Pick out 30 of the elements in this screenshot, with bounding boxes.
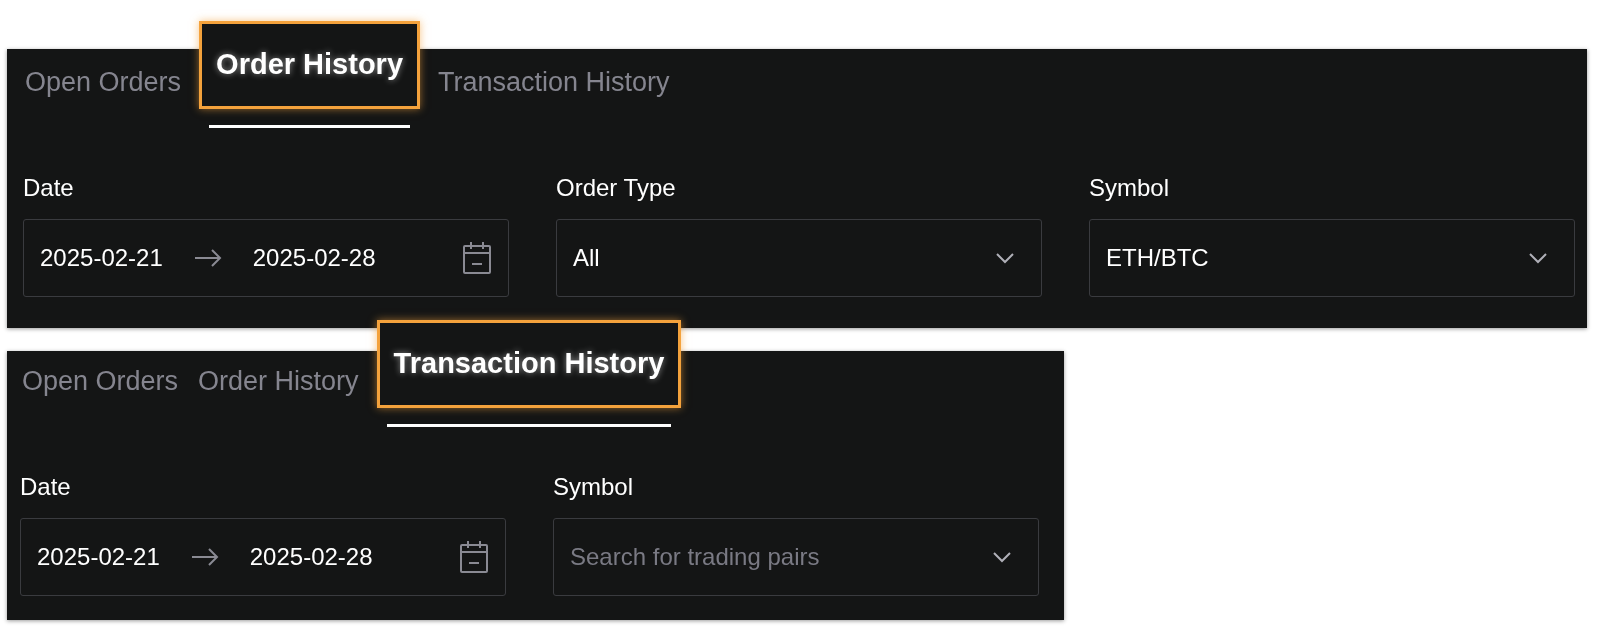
calendar-icon[interactable] bbox=[459, 540, 489, 574]
calendar-icon[interactable] bbox=[462, 241, 492, 275]
field-label: Date bbox=[20, 472, 72, 502]
field-label: Order Type bbox=[556, 173, 677, 203]
tab[interactable]: Open Orders bbox=[23, 63, 184, 101]
field-label: Date bbox=[23, 173, 75, 203]
end-date: 2025-02-28 bbox=[249, 542, 373, 572]
date-range-field[interactable]: 2025-02-21 2025-02-28 bbox=[20, 518, 506, 596]
arrow-icon bbox=[192, 248, 223, 268]
start-date: 2025-02-21 bbox=[40, 243, 163, 273]
tab[interactable]: Order History bbox=[199, 21, 421, 109]
chevron-down-icon[interactable] bbox=[992, 551, 1012, 563]
end-date: 2025-02-28 bbox=[252, 243, 376, 273]
dropdown-value: All bbox=[573, 243, 600, 273]
arrow-icon bbox=[189, 547, 220, 567]
dropdown-field[interactable]: Search for trading pairs bbox=[553, 518, 1039, 596]
tab[interactable]: Open Orders bbox=[20, 362, 181, 400]
dropdown-field[interactable]: All bbox=[556, 219, 1042, 297]
placeholder: Search for trading pairs bbox=[570, 542, 820, 572]
start-date: 2025-02-21 bbox=[37, 542, 160, 572]
dropdown-value: ETH/BTC bbox=[1106, 243, 1209, 273]
field-label: Symbol bbox=[1089, 173, 1171, 203]
tab[interactable]: Transaction History bbox=[376, 320, 682, 408]
date-range-field[interactable]: 2025-02-21 2025-02-28 bbox=[23, 219, 509, 297]
tab[interactable]: Transaction History bbox=[436, 63, 672, 101]
field-label: Symbol bbox=[553, 472, 635, 502]
tab[interactable]: Order History bbox=[196, 362, 361, 400]
dropdown-field[interactable]: ETH/BTC bbox=[1089, 219, 1575, 297]
chevron-down-icon[interactable] bbox=[995, 252, 1015, 264]
chevron-down-icon[interactable] bbox=[1528, 252, 1548, 264]
